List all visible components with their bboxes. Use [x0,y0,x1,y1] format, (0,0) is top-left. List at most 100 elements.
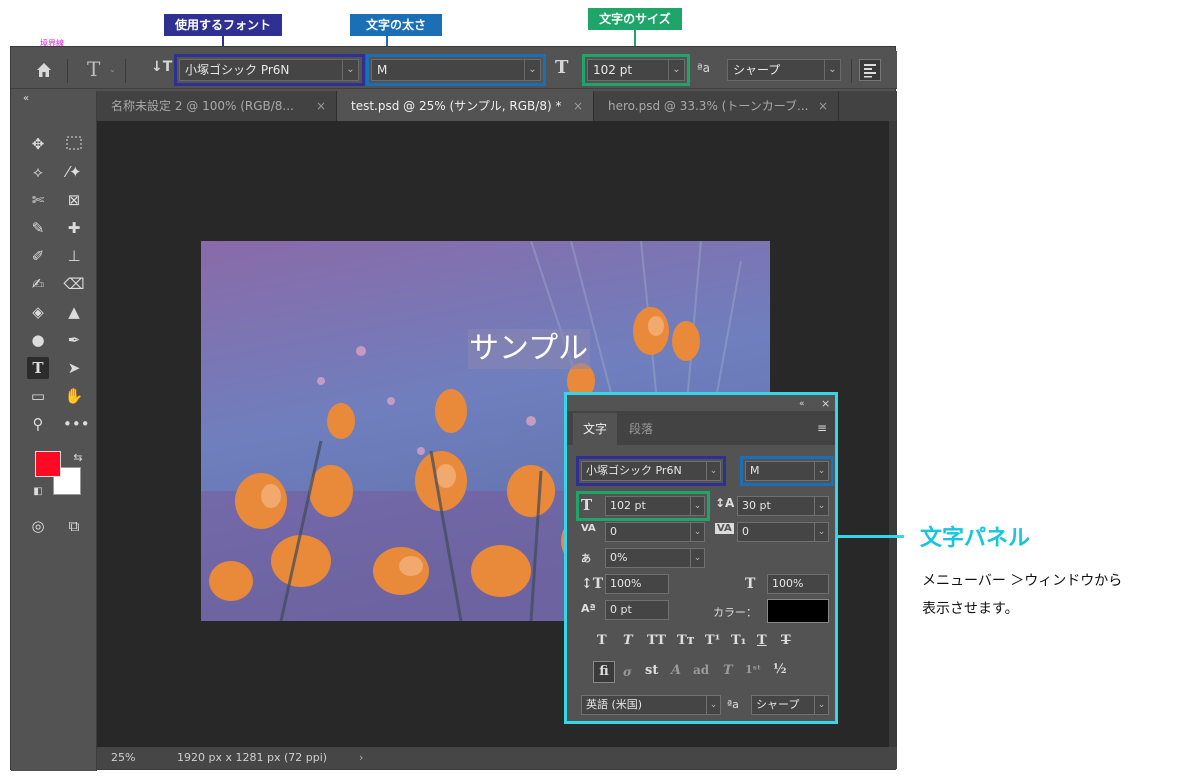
panel-tracking-dropdown[interactable]: 0 ⌄ [737,522,829,542]
separator [125,59,126,83]
tab-label: hero.psd @ 33.3% (トーンカーブ... [608,99,809,113]
zoom-level[interactable]: 25% [111,747,135,769]
panel-font-size-value: 102 pt [610,499,646,512]
ligatures-icon[interactable]: fi [593,661,615,683]
swash-icon[interactable]: A [671,663,681,678]
text-orientation-icon[interactable]: ↓T [151,59,172,75]
panel-horizontal-scale-field[interactable]: 100% [767,574,829,594]
underline-icon[interactable]: T [757,633,767,648]
small-caps-icon[interactable]: Tт [677,633,695,648]
tab-character-label: 文字 [582,422,607,436]
antialias-dropdown[interactable]: シャープ ⌄ [727,59,841,81]
vertical-scale-icon: ↕T [581,576,604,592]
chevron-down-icon: ⌄ [668,60,684,80]
panel-close-icon[interactable]: × [821,397,830,410]
close-icon[interactable]: × [316,91,326,121]
panel-font-weight-dropdown[interactable]: M ⌄ [745,461,829,481]
move-tool-icon[interactable]: ✥ [27,133,49,155]
preset-chevron-icon[interactable]: ⌄ [109,65,116,74]
chevron-down-icon: ⌄ [814,523,828,541]
blur-tool-icon[interactable]: ▲ [63,301,85,323]
lasso-tool-icon[interactable]: ⟡ [27,161,49,183]
marquee-tool-icon[interactable] [63,133,85,155]
rectangle-tool-icon[interactable]: ▭ [27,385,49,407]
panel-font-weight-value: M [750,464,760,477]
panel-vertical-scale-field[interactable]: 100% [605,574,669,594]
crop-tool-icon[interactable]: ✄ [27,189,49,211]
panel-font-family-dropdown[interactable]: 小塚ゴシック Pr6N ⌄ [581,461,721,481]
color-label: カラー： [713,606,757,619]
paint-bucket-icon[interactable]: ◈ [27,301,49,323]
home-icon[interactable] [33,59,55,81]
font-family-dropdown[interactable]: 小塚ゴシック Pr6N ⌄ [179,59,359,81]
tab-label: test.psd @ 25% (サンプル, RGB/8) * [351,99,562,113]
font-size-dropdown[interactable]: 102 pt ⌄ [587,59,685,81]
panel-antialias-dropdown[interactable]: シャープ ⌄ [751,695,829,715]
fractions-icon[interactable]: ½ [773,662,787,677]
panel-menu-icon[interactable]: ≡ [817,421,827,435]
vertical-scrollbar[interactable] [889,121,897,747]
faux-italic-icon[interactable]: T [623,633,633,648]
panel-leading-dropdown[interactable]: 30 pt ⌄ [737,496,829,516]
status-chevron-icon[interactable]: › [359,747,363,769]
baseline-shift-icon: Aª [581,602,596,615]
default-colors-icon[interactable]: ◧ [27,481,49,503]
subscript-icon[interactable]: T₁ [731,633,746,648]
stamp-tool-icon[interactable]: ⊥ [63,245,85,267]
strikethrough-icon[interactable]: T [781,633,791,648]
discretionary-ligature-icon[interactable]: st [645,663,658,678]
foreground-color-swatch[interactable] [35,451,61,477]
all-caps-icon[interactable]: TT [647,633,666,648]
superscript-icon[interactable]: T¹ [705,633,720,648]
tab-untitled[interactable]: 名称未設定 2 @ 100% (RGB/8... × [97,91,337,121]
tab-paragraph[interactable]: 段落 [621,413,661,445]
panel-baseline-field[interactable]: 0 pt [605,600,669,620]
eraser-icon[interactable]: ⌫ [63,273,85,295]
type-tool-preset-icon[interactable]: T [87,57,100,81]
swap-colors-icon[interactable]: ⇆ [67,447,89,469]
eyedropper-icon[interactable]: ✎ [27,217,49,239]
panel-font-size-dropdown[interactable]: 102 pt ⌄ [605,496,705,516]
chevron-down-icon: ⌄ [690,523,704,541]
panel-tsume-dropdown[interactable]: 0% ⌄ [605,548,705,568]
history-brush-icon[interactable]: ✍ [27,273,49,295]
faux-bold-icon[interactable]: T [597,633,607,648]
tools-panel: « ✥ ⟡ ⁄✦ ✄ ⊠ ✎ ✚ ✐ ⊥ ✍ ⌫ ◈ ▲ ● ✒ T ➤ ▭ ✋… [11,91,97,771]
frame-tool-icon[interactable]: ⊠ [63,189,85,211]
magic-wand-icon[interactable]: ⁄✦ [63,161,85,183]
panel-vertical-scale-value: 100% [610,577,642,590]
pen-tool-icon[interactable]: ✒ [63,329,85,351]
font-weight-dropdown[interactable]: M ⌄ [371,59,541,81]
panel-collapse-icon[interactable]: « [799,399,805,409]
panel-language-dropdown[interactable]: 英語 (米国) ⌄ [581,695,721,715]
quick-mask-icon[interactable]: ◎ [27,515,49,537]
panel-baseline-value: 0 pt [610,603,632,616]
screen-mode-icon[interactable]: ⧉ [63,515,85,537]
path-selection-icon[interactable]: ➤ [63,357,85,379]
healing-brush-icon[interactable]: ✚ [63,217,85,239]
type-tool-icon[interactable]: T [27,357,49,379]
close-icon[interactable]: × [818,91,828,121]
brush-tool-icon[interactable]: ✐ [27,245,49,267]
more-tools-icon[interactable]: ••• [63,413,90,435]
tab-character[interactable]: 文字 [573,413,617,445]
stylistic-alternates-icon[interactable]: ad [693,663,709,677]
chevron-down-icon: ⌄ [814,497,828,515]
old-style-icon[interactable]: σ [623,665,632,679]
canvas-sample-text[interactable]: サンプル [469,329,588,369]
hand-tool-icon[interactable]: ✋ [63,385,85,407]
dodge-tool-icon[interactable]: ● [27,329,49,351]
panel-connector-line [838,535,904,538]
collapse-icon[interactable]: « [15,93,37,105]
chevron-down-icon: ⌄ [690,497,704,515]
align-left-icon[interactable] [859,59,881,81]
close-icon[interactable]: × [573,91,583,121]
titling-alternates-icon[interactable]: T [723,663,733,678]
ordinals-icon[interactable]: 1ˢᵗ [745,663,761,676]
panel-kerning-dropdown[interactable]: 0 ⌄ [605,522,705,542]
text-color-swatch[interactable] [767,599,829,623]
panel-tracking-value: 0 [742,525,749,538]
zoom-tool-icon[interactable]: ⚲ [27,413,49,435]
tab-test-psd[interactable]: test.psd @ 25% (サンプル, RGB/8) * × [337,91,594,121]
tab-hero-psd[interactable]: hero.psd @ 33.3% (トーンカーブ... × [594,91,839,121]
